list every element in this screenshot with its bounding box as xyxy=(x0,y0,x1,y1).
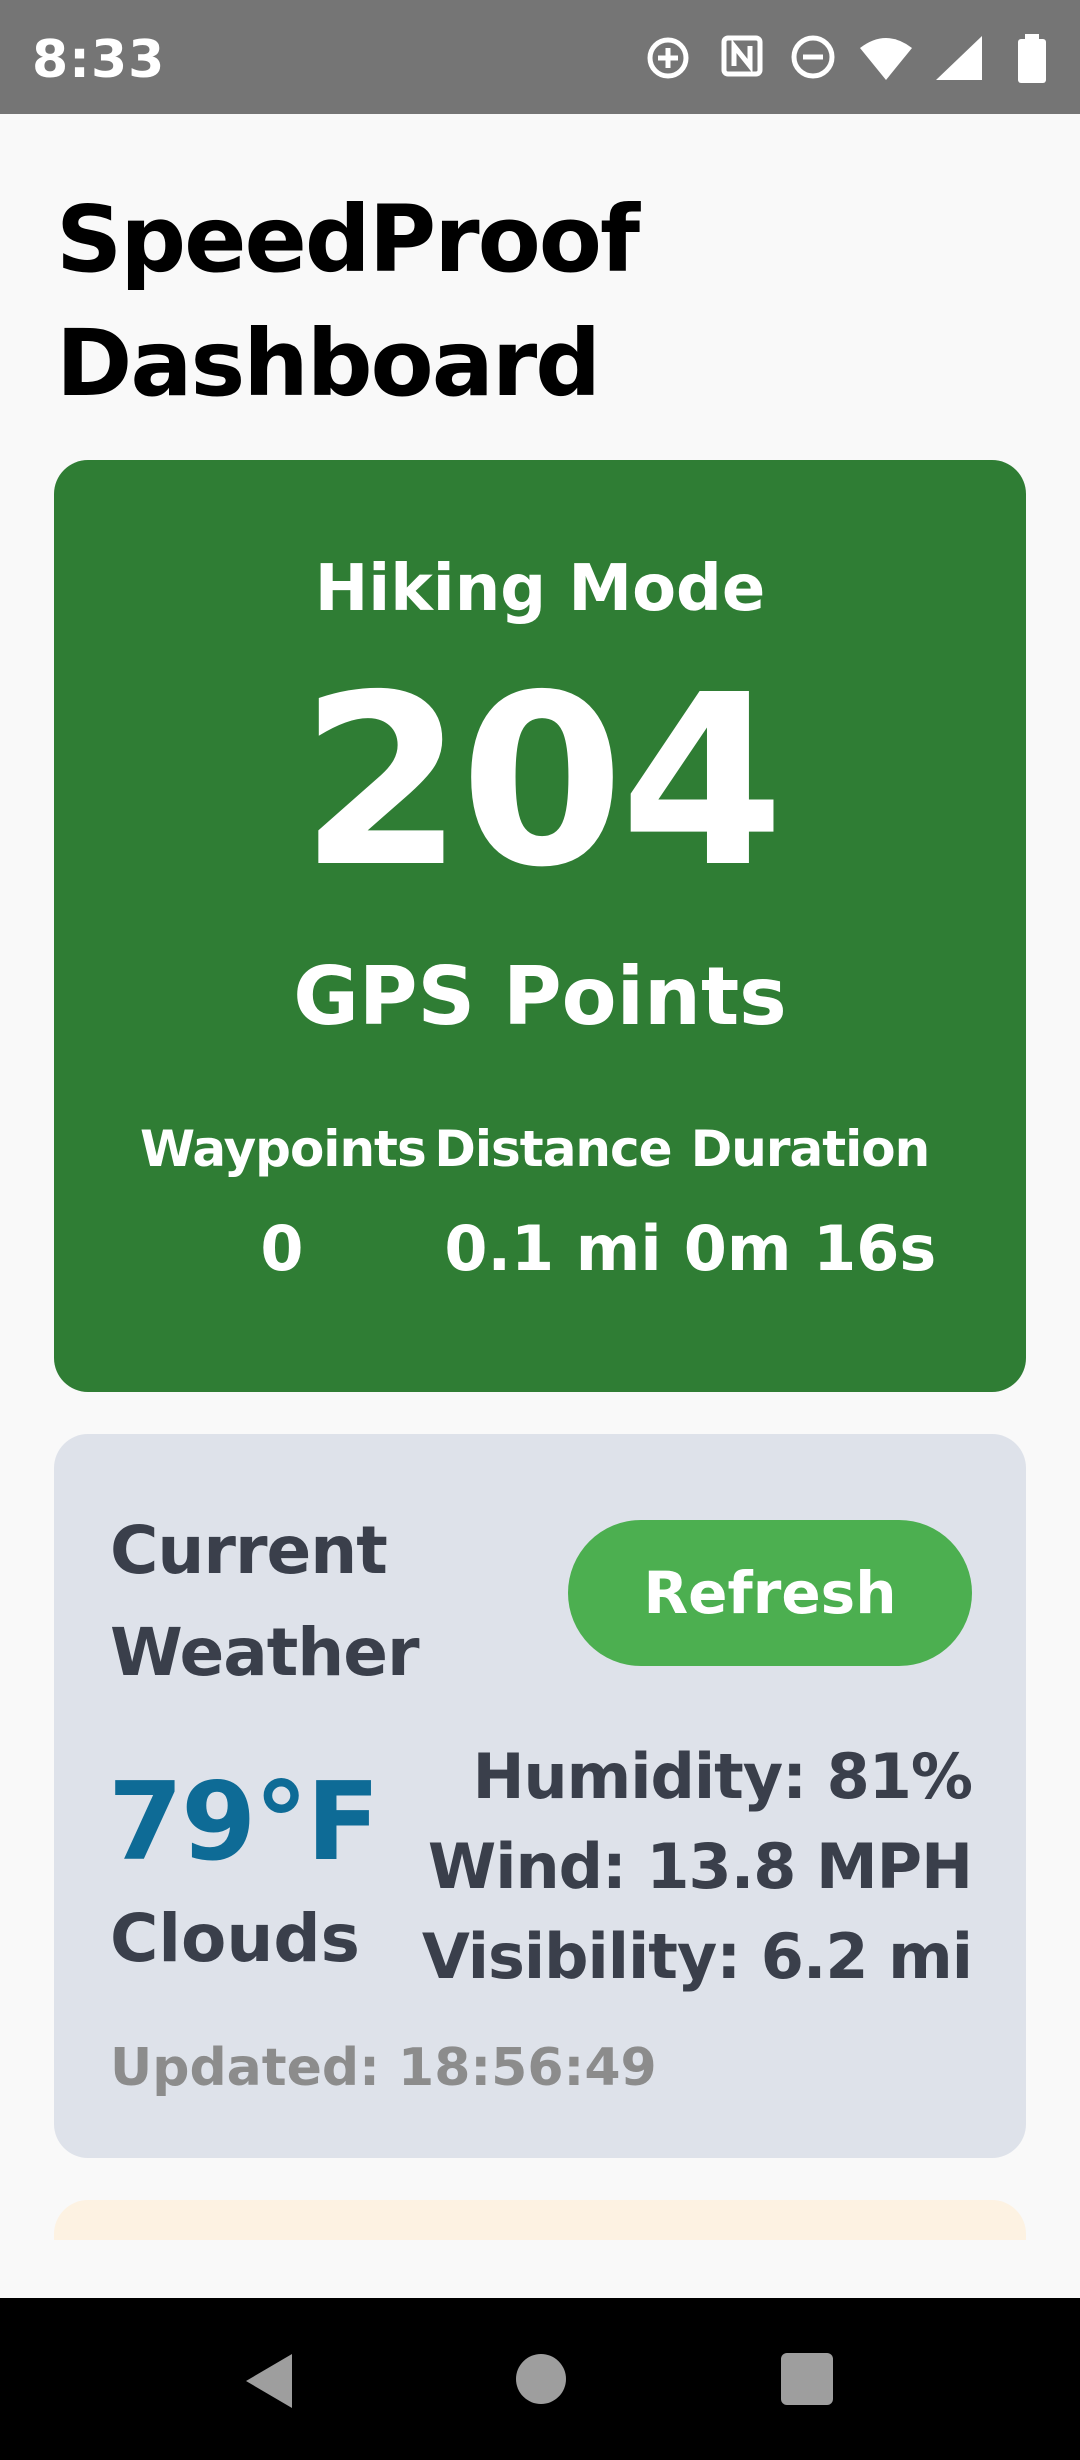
humidity: Humidity: 81% xyxy=(472,1740,973,1813)
stat-distance: Distance 0.1 mi xyxy=(426,1120,680,1285)
page-title: SpeedProof Dashboard xyxy=(56,186,640,417)
gps-points-count: 204 xyxy=(299,644,785,919)
weather-title-line1: Current xyxy=(110,1512,388,1589)
stat-value: 0 xyxy=(260,1212,304,1285)
stat-value: 0m 16s xyxy=(683,1212,937,1285)
updated-time: Updated: 18:56:49 xyxy=(110,2038,657,2098)
tracking-mode: Hiking Mode xyxy=(314,552,766,626)
navigation-bar xyxy=(0,2298,1080,2460)
weather-title-line2: Weather xyxy=(110,1614,420,1691)
status-bar: 8:33 xyxy=(0,0,1080,114)
stat-value: 0.1 mi xyxy=(444,1212,662,1285)
home-icon[interactable] xyxy=(514,2352,568,2406)
status-time: 8:33 xyxy=(32,30,166,90)
do-not-disturb-icon xyxy=(791,35,835,79)
refresh-button[interactable]: Refresh xyxy=(568,1520,972,1666)
back-icon[interactable] xyxy=(240,2350,296,2412)
stat-label: Duration xyxy=(690,1120,930,1178)
tracking-card: Hiking Mode 204 GPS Points Waypoints 0 D… xyxy=(54,460,1026,1392)
battery-icon xyxy=(1018,34,1046,83)
weather-title: Current Weather xyxy=(110,1500,420,1704)
stat-label: Distance xyxy=(434,1120,672,1178)
nfc-icon xyxy=(721,35,763,77)
temperature: 79°F xyxy=(108,1760,380,1885)
weather-details: Humidity: 81% Wind: 13.8 MPH Visibility:… xyxy=(421,1732,973,2002)
weather-card: Current Weather Refresh 79°F Clouds Humi… xyxy=(54,1434,1026,2158)
next-card-partial xyxy=(54,2200,1026,2240)
stat-waypoints: Waypoints 0 xyxy=(140,1120,427,1285)
gps-points-label: GPS Points xyxy=(293,950,787,1043)
visibility: Visibility: 6.2 mi xyxy=(421,1920,973,1993)
stat-duration: Duration 0m 16s xyxy=(682,1120,938,1285)
add-circle-icon xyxy=(647,37,689,79)
signal-icon xyxy=(936,36,982,80)
wifi-icon xyxy=(860,38,912,80)
wind: Wind: 13.8 MPH xyxy=(427,1830,973,1903)
weather-condition: Clouds xyxy=(110,1900,360,1977)
recents-icon[interactable] xyxy=(780,2352,834,2406)
stat-label: Waypoints xyxy=(140,1120,427,1178)
